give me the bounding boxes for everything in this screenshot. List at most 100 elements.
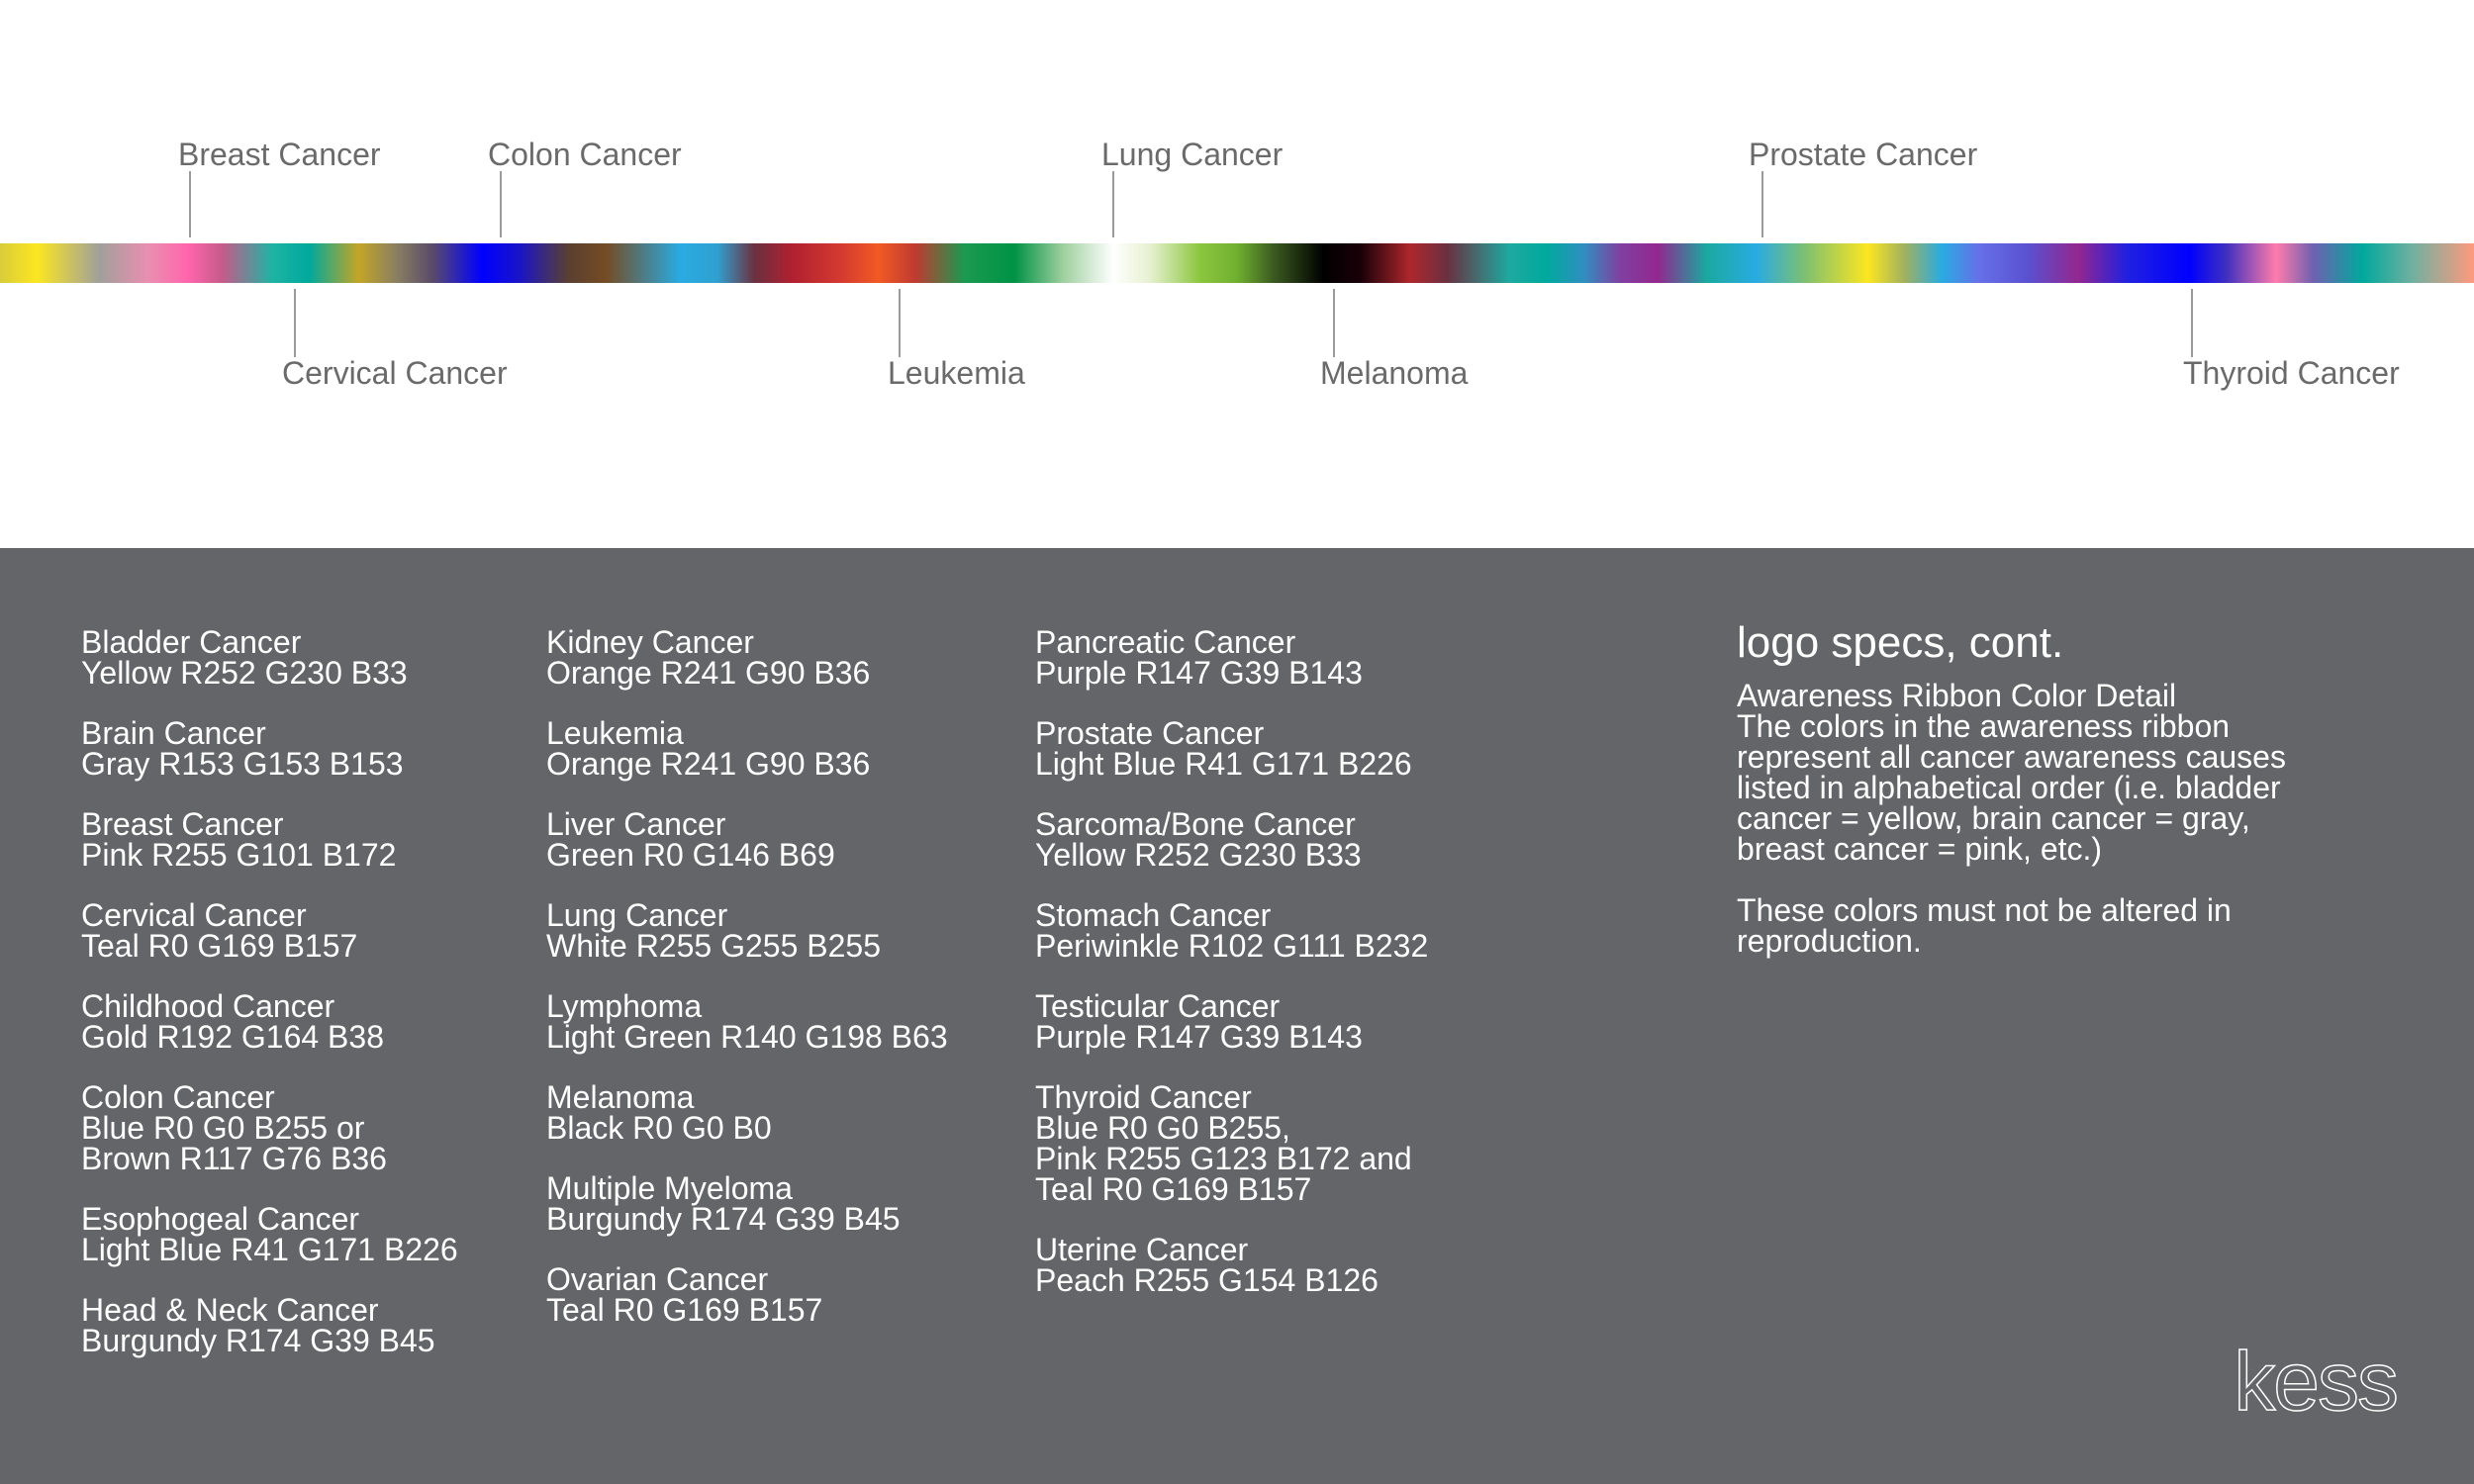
specs-line: Awareness Ribbon Color Detail: [1737, 678, 2177, 713]
entry-name: Stomach Cancer: [1035, 897, 1272, 933]
entry-name: Colon Cancer: [81, 1079, 275, 1115]
entry-name: Multiple Myeloma: [546, 1170, 793, 1206]
specs-line: breast cancer = pink, etc.): [1737, 831, 2103, 867]
kess-logo: kess: [2234, 1335, 2400, 1428]
color-entry: Thyroid Cancer Blue R0 G0 B255, Pink R255 …: [1035, 1079, 1428, 1207]
entry-name: Testicular Cancer: [1035, 988, 1281, 1024]
entry-name: Pancreatic Cancer: [1035, 624, 1296, 660]
entry-name: Head & Neck Cancer: [81, 1292, 379, 1328]
entry-color: Green R0 G146 B69: [546, 837, 835, 873]
color-entry: Cervical Cancer Teal R0 G169 B157: [81, 897, 458, 964]
color-entry: Uterine Cancer Peach R255 G154 B126: [1035, 1232, 1428, 1298]
color-entry: Brain Cancer Gray R153 G153 B153: [81, 715, 458, 782]
color-list-column-1: Bladder Cancer Yellow R252 G230 B33 Brain…: [81, 624, 458, 1386]
color-entry: Prostate Cancer Light Blue R41 G171 B226: [1035, 717, 1428, 782]
entry-color: Orange R241 G90 B36: [546, 655, 871, 691]
ribbon-tick-cervical-cancer: [294, 289, 296, 357]
color-entry: Colon Cancer Blue R0 G0 B255 or Brown R117…: [81, 1079, 458, 1176]
color-entry: Liver Cancer Green R0 G146 B69: [546, 806, 948, 873]
ribbon-tick-colon-cancer: [500, 171, 502, 237]
entry-name: Bladder Cancer: [81, 624, 302, 660]
color-entry: Breast Cancer Pink R255 G101 B172: [81, 806, 458, 871]
entry-color: Purple R147 G39 B143: [1035, 655, 1363, 691]
entry-name: Brain Cancer: [81, 715, 266, 751]
entry-color: Blue R0 G0 B255,: [1035, 1110, 1290, 1146]
color-entry: Lung Cancer White R255 G255 B255: [546, 897, 948, 964]
entry-color: White R255 G255 B255: [546, 928, 881, 964]
entry-color: Light Blue R41 G171 B226: [1035, 746, 1412, 782]
color-entry: Testicular Cancer Purple R147 G39 B143: [1035, 988, 1428, 1055]
color-list-column-2: Kidney Cancer Orange R241 G90 B36 Leukemi…: [546, 624, 948, 1355]
ribbon-tick-lung-cancer: [1112, 171, 1114, 237]
entry-color: Blue R0 G0 B255 or: [81, 1110, 365, 1146]
ribbon-label-leukemia: Leukemia: [888, 355, 1025, 391]
ribbon-label-thyroid-cancer: Thyroid Cancer: [2183, 355, 2400, 391]
entry-name: Uterine Cancer: [1035, 1232, 1249, 1267]
specs-line: reproduction.: [1737, 923, 1922, 959]
entry-color: Light Blue R41 G171 B226: [81, 1232, 458, 1267]
color-entry: Leukemia Orange R241 G90 B36: [546, 715, 948, 782]
color-entry: Pancreatic Cancer Purple R147 G39 B143: [1035, 624, 1428, 691]
color-entry: Kidney Cancer Orange R241 G90 B36: [546, 624, 948, 691]
entry-color: Periwinkle R102 G111 B232: [1035, 928, 1429, 964]
entry-color: Teal R0 G169 B157: [81, 928, 358, 964]
entry-name: Lung Cancer: [546, 897, 728, 933]
specs-line: These colors must not be altered in: [1737, 892, 2232, 928]
ribbon-section: Breast Cancer Colon Cancer Lung Cancer P…: [0, 0, 2474, 548]
entry-name: Leukemia: [546, 715, 684, 751]
ribbon-tick-thyroid-cancer: [2191, 289, 2193, 357]
entry-name: Thyroid Cancer: [1035, 1079, 1252, 1115]
entry-name: Lymphoma: [546, 988, 703, 1024]
entry-color: Brown R117 G76 B36: [81, 1141, 387, 1176]
entry-color: Teal R0 G169 B157: [546, 1292, 823, 1328]
ribbon-label-breast-cancer: Breast Cancer: [178, 137, 381, 172]
entry-name: Breast Cancer: [81, 806, 284, 842]
color-entry: Melanoma Black R0 G0 B0: [546, 1079, 948, 1146]
color-entry: Childhood Cancer Gold R192 G164 B38: [81, 988, 458, 1055]
ribbon-tick-leukemia: [899, 289, 901, 357]
entry-color: Teal R0 G169 B157: [1035, 1171, 1312, 1207]
color-specs-panel: Bladder Cancer Yellow R252 G230 B33 Brain…: [0, 548, 2474, 1484]
logo-specs-block: logo specs, cont. Awareness Ribbon Color…: [1737, 617, 2429, 987]
entry-color: Light Green R140 G198 B63: [546, 1019, 948, 1055]
entry-name: Kidney Cancer: [546, 624, 754, 660]
entry-color: Gold R192 G164 B38: [81, 1019, 384, 1055]
color-entry: Lymphoma Light Green R140 G198 B63: [546, 988, 948, 1055]
ribbon-label-lung-cancer: Lung Cancer: [1101, 137, 1284, 172]
entry-name: Sarcoma/Bone Cancer: [1035, 806, 1356, 842]
entry-name: Melanoma: [546, 1079, 695, 1115]
ribbon-tick-melanoma: [1333, 289, 1335, 357]
entry-name: Liver Cancer: [546, 806, 726, 842]
ribbon-label-prostate-cancer: Prostate Cancer: [1749, 137, 1978, 172]
entry-color: Pink R255 G123 B172 and: [1035, 1141, 1412, 1176]
specs-paragraph-1: Awareness Ribbon Color Detail The colors…: [1737, 678, 2429, 867]
specs-line: The colors in the awareness ribbon: [1737, 708, 2231, 744]
ribbon-label-cervical-cancer: Cervical Cancer: [282, 355, 508, 391]
specs-line: listed in alphabetical order (i.e. bladd…: [1737, 770, 2281, 805]
entry-color: Black R0 G0 B0: [546, 1110, 772, 1146]
entry-color: Orange R241 G90 B36: [546, 746, 871, 782]
entry-name: Esophogeal Cancer: [81, 1201, 360, 1237]
color-entry: Ovarian Cancer Teal R0 G169 B157: [546, 1261, 948, 1328]
entry-color: Yellow R252 G230 B33: [81, 655, 408, 691]
awareness-ribbon-gradient: [0, 243, 2474, 283]
ribbon-label-melanoma: Melanoma: [1320, 355, 1469, 391]
color-entry: Sarcoma/Bone Cancer Yellow R252 G230 B33: [1035, 806, 1428, 873]
color-entry: Head & Neck Cancer Burgundy R174 G39 B45: [81, 1292, 458, 1358]
entry-color: Gray R153 G153 B153: [81, 746, 404, 782]
entry-name: Cervical Cancer: [81, 897, 307, 933]
entry-color: Peach R255 G154 B126: [1035, 1262, 1379, 1298]
specs-line: cancer = yellow, brain cancer = gray,: [1737, 800, 2250, 836]
entry-name: Ovarian Cancer: [546, 1261, 769, 1297]
color-entry: Bladder Cancer Yellow R252 G230 B33: [81, 624, 458, 691]
specs-title: logo specs, cont.: [1737, 618, 2064, 667]
color-list-column-3: Pancreatic Cancer Purple R147 G39 B143 Pr…: [1035, 624, 1429, 1326]
entry-color: Purple R147 G39 B143: [1035, 1019, 1363, 1055]
specs-paragraph-2: These colors must not be altered in repr…: [1737, 892, 2429, 959]
ribbon-tick-prostate-cancer: [1761, 171, 1763, 237]
entry-name: Childhood Cancer: [81, 988, 335, 1024]
color-entry: Stomach Cancer Periwinkle R102 G111 B232: [1035, 897, 1429, 964]
entry-color: Yellow R252 G230 B33: [1035, 837, 1362, 873]
entry-color: Burgundy R174 G39 B45: [81, 1323, 435, 1358]
specs-line: represent all cancer awareness causes: [1737, 739, 2286, 775]
